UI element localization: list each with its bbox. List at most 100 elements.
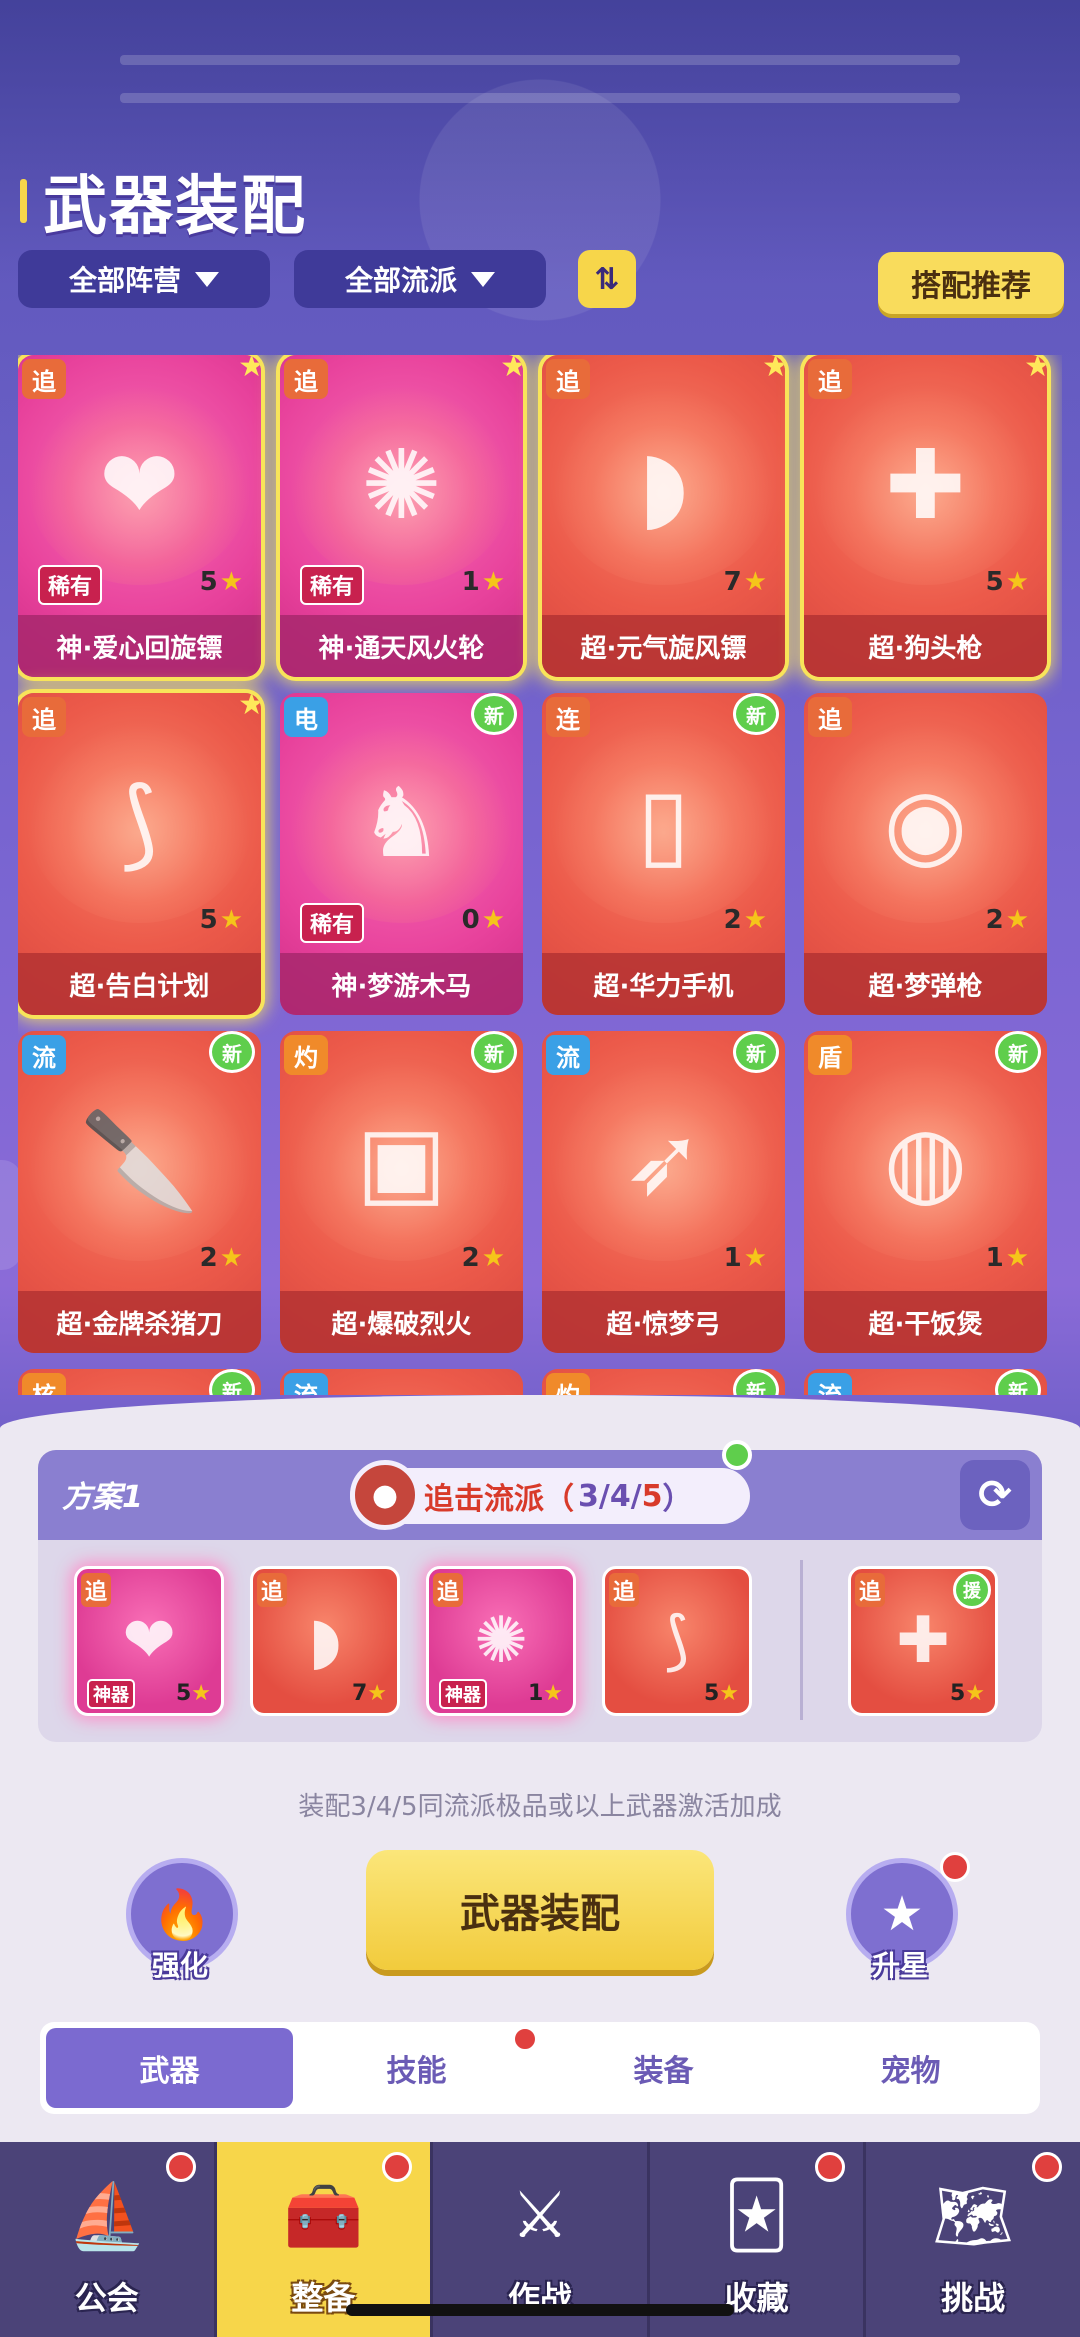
weapon-level: 1 ★ bbox=[462, 567, 505, 597]
equipped-slot[interactable]: ⟆ 追 5★ bbox=[602, 1566, 752, 1716]
tab-weapons[interactable]: 武器 bbox=[46, 2028, 293, 2108]
weapon-card[interactable]: ❤ 追 ★ 稀有 5 ★ 神·爱心回旋镖 bbox=[18, 355, 261, 677]
weapon-card[interactable]: 流新 bbox=[804, 1369, 1047, 1395]
slot-divider bbox=[800, 1560, 803, 1720]
weapon-level: 2 ★ bbox=[724, 905, 767, 935]
star-icon: ★ bbox=[719, 1681, 739, 1706]
tab-pets[interactable]: 宠物 bbox=[787, 2028, 1034, 2108]
refresh-plan-button[interactable]: ⟳ bbox=[960, 1460, 1030, 1530]
weapon-name: 超·爆破烈火 bbox=[280, 1291, 523, 1353]
weapon-card[interactable]: ◉ 追 2 ★ 超·梦弹枪 bbox=[804, 693, 1047, 1015]
weapon-level: 5 ★ bbox=[200, 567, 243, 597]
slot-school-tag: 追 bbox=[855, 1573, 886, 1607]
assist-slot[interactable]: ✚ 追援 5★ bbox=[848, 1566, 998, 1716]
page-title: 武器装配 bbox=[43, 170, 307, 244]
weapon-name: 超·狗头枪 bbox=[804, 615, 1047, 677]
school-filter-label: 全部流派 bbox=[344, 264, 457, 297]
artifact-badge: 神器 bbox=[87, 1679, 135, 1709]
weapon-card[interactable]: 🔪 流新 2 ★ 超·金牌杀猪刀 bbox=[18, 1031, 261, 1353]
school-close: ） bbox=[662, 1482, 693, 1517]
weapon-card[interactable]: 流 bbox=[280, 1369, 523, 1395]
star-icon: ★ bbox=[481, 567, 505, 597]
slot-level: 5★ bbox=[950, 1681, 985, 1706]
new-badge: 新 bbox=[733, 693, 779, 735]
school-name: 追击流派（ bbox=[424, 1482, 574, 1517]
corner-star-icon: ★ bbox=[238, 355, 261, 384]
level-number: 1 bbox=[461, 567, 480, 597]
bullet-icon: ● bbox=[350, 1460, 420, 1530]
crossed-swords-icon: ⚔ bbox=[511, 2179, 569, 2253]
star-icon: ★ bbox=[1005, 1243, 1029, 1273]
school-tag: 核 bbox=[22, 1373, 66, 1395]
map-icon: 🗺 bbox=[932, 2179, 1014, 2254]
cards-icon: 🃏 bbox=[723, 2179, 790, 2253]
new-badge: 新 bbox=[995, 1031, 1041, 1073]
slot-school-tag: 追 bbox=[433, 1573, 464, 1607]
nav-challenge[interactable]: 🗺 挑战 bbox=[866, 2142, 1080, 2337]
star-icon: ★ bbox=[219, 567, 243, 597]
school-filter[interactable]: 全部流派 bbox=[294, 250, 546, 308]
weapon-grid: ❤ 追 ★ 稀有 5 ★ 神·爱心回旋镖 ✺ 追 ★ 稀有 1 ★ 神·通天风火轮 ◗ 追 ★ 7 ★ 超·元气旋风镖… bbox=[18, 355, 1062, 1395]
weapon-name: 超·元气旋风镖 bbox=[542, 615, 785, 677]
weapon-card[interactable]: ➶ 流新 1 ★ 超·惊梦弓 bbox=[542, 1031, 785, 1353]
rarity-badge: 稀有 bbox=[38, 565, 103, 605]
nav-guild[interactable]: ⛵ 公会 bbox=[0, 2142, 217, 2337]
slot-level-number: 5 bbox=[949, 1681, 966, 1706]
plan-header: 方案1 追击流派（ 3/4/ 5 ） ● ⟳ bbox=[38, 1450, 1042, 1540]
star-icon: ★ bbox=[481, 905, 505, 935]
equipped-slot[interactable]: ◗ 追 7★ bbox=[250, 1566, 400, 1716]
school-tag: 灼 bbox=[284, 1035, 328, 1075]
weapon-name: 超·惊梦弓 bbox=[542, 1291, 785, 1353]
level-number: 2 bbox=[199, 1243, 218, 1273]
recommend-button[interactable]: 搭配推荐 bbox=[878, 252, 1064, 314]
assist-badge: 援 bbox=[953, 1571, 991, 1609]
corner-star-icon: ★ bbox=[762, 355, 785, 384]
slot-school-tag: 追 bbox=[257, 1573, 288, 1607]
weapon-card[interactable]: 灼新 bbox=[542, 1369, 785, 1395]
level-number: 7 bbox=[723, 567, 742, 597]
tab-skills[interactable]: 技能 bbox=[293, 2028, 540, 2108]
weapon-card[interactable]: ◍ 盾新 1 ★ 超·干饭煲 bbox=[804, 1031, 1047, 1353]
weapon-name: 神·通天风火轮 bbox=[280, 615, 523, 677]
level-number: 2 bbox=[723, 905, 742, 935]
weapon-level: 0 ★ bbox=[462, 905, 505, 935]
nav-collection-label: 收藏 bbox=[724, 2279, 789, 2317]
weapon-card[interactable]: ▣ 灼新 2 ★ 超·爆破烈火 bbox=[280, 1031, 523, 1353]
weapon-card[interactable]: ◗ 追 ★ 7 ★ 超·元气旋风镖 bbox=[542, 355, 785, 677]
school-tag: 流 bbox=[546, 1035, 590, 1075]
school-tag: 流 bbox=[22, 1035, 66, 1075]
ship-icon: ⛵ bbox=[66, 2179, 147, 2254]
slot-level-number: 5 bbox=[703, 1681, 720, 1706]
weapon-card[interactable]: ✚ 追 ★ 5 ★ 超·狗头枪 bbox=[804, 355, 1047, 677]
weapon-level: 2 ★ bbox=[200, 1243, 243, 1273]
weapon-card[interactable]: 核新 bbox=[18, 1369, 261, 1395]
slot-level: 1★ bbox=[528, 1681, 563, 1706]
sort-button[interactable]: ⇅ bbox=[578, 250, 636, 308]
enhance-label: 强化 bbox=[152, 1949, 209, 1982]
school-max: 5 bbox=[641, 1478, 663, 1514]
plan-label: 方案1 bbox=[62, 1480, 143, 1515]
equip-weapons-button[interactable]: 武器装配 bbox=[366, 1850, 714, 1970]
sort-arrows-icon: ⇅ bbox=[594, 261, 620, 297]
star-icon: ★ bbox=[965, 1681, 985, 1706]
weapon-card[interactable]: ▯ 连新 2 ★ 超·华力手机 bbox=[542, 693, 785, 1015]
equipped-slot[interactable]: ❤ 追神器 5★ bbox=[74, 1566, 224, 1716]
weapon-card[interactable]: ✺ 追 ★ 稀有 1 ★ 神·通天风火轮 bbox=[280, 355, 523, 677]
star-icon: ★ bbox=[743, 567, 767, 597]
weapon-card[interactable]: ♞ 电新稀有 0 ★ 神·梦游木马 bbox=[280, 693, 523, 1015]
tab-gear[interactable]: 装备 bbox=[540, 2028, 787, 2108]
star-icon: ★ bbox=[1005, 567, 1029, 597]
school-tag: 追 bbox=[284, 359, 328, 399]
slot-level: 5★ bbox=[176, 1681, 211, 1706]
weapon-level: 7 ★ bbox=[724, 567, 767, 597]
faction-filter[interactable]: 全部阵营 bbox=[18, 250, 270, 308]
weapon-level: 1 ★ bbox=[724, 1243, 767, 1273]
school-tag: 流 bbox=[808, 1373, 852, 1395]
star-icon: ★ bbox=[743, 1243, 767, 1273]
level-number: 5 bbox=[985, 567, 1004, 597]
weapon-card[interactable]: ⟆ 追 ★ 5 ★ 超·告白计划 bbox=[18, 693, 261, 1015]
equipped-slot[interactable]: ✺ 追神器 1★ bbox=[426, 1566, 576, 1716]
weapon-name: 神·爱心回旋镖 bbox=[18, 615, 261, 677]
level-number: 2 bbox=[461, 1243, 480, 1273]
weapon-name: 神·梦游木马 bbox=[280, 953, 523, 1015]
